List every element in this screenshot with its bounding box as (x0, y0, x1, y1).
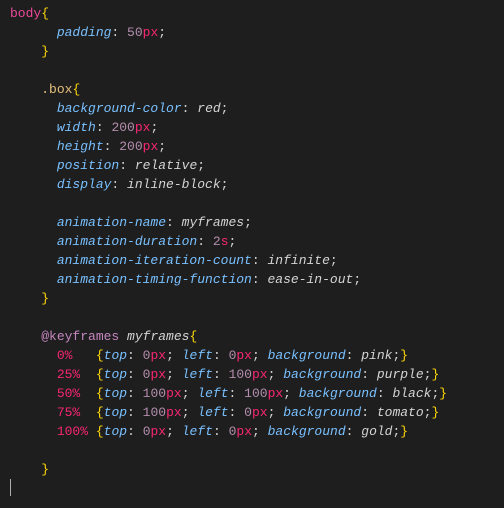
at-keyframes: @keyframes (41, 329, 119, 344)
css-rule: animation-name: myframes; (10, 213, 504, 232)
css-rule: position: relative; (10, 156, 504, 175)
css-rule: display: inline-block; (10, 175, 504, 194)
selector-box: .box (41, 82, 72, 97)
code-editor[interactable]: body{ padding: 50px; } .box{ background-… (0, 0, 504, 479)
blank-line (10, 441, 504, 460)
code-line: .box{ (10, 80, 504, 99)
keyframe-rule: 0% {top: 0px; left: 0px; background: pin… (10, 346, 504, 365)
blank-line (10, 194, 504, 213)
blank-line (10, 61, 504, 80)
blank-line (10, 308, 504, 327)
css-rule: padding: 50px; (10, 23, 504, 42)
selector-body: body (10, 6, 41, 21)
css-rule: background-color: red; (10, 99, 504, 118)
css-rule: animation-iteration-count: infinite; (10, 251, 504, 270)
css-rule: animation-timing-function: ease-in-out; (10, 270, 504, 289)
code-line: @keyframes myframes{ (10, 327, 504, 346)
keyframe-rule: 50% {top: 100px; left: 100px; background… (10, 384, 504, 403)
css-rule: height: 200px; (10, 137, 504, 156)
keyframes-name: myframes (127, 329, 189, 344)
code-line: } (10, 42, 504, 61)
code-line: } (10, 289, 504, 308)
css-rule: animation-duration: 2s; (10, 232, 504, 251)
code-line: body{ (10, 4, 504, 23)
text-cursor (10, 479, 11, 496)
css-rule: width: 200px; (10, 118, 504, 137)
keyframe-rule: 25% {top: 0px; left: 100px; background: … (10, 365, 504, 384)
code-line: } (10, 460, 504, 479)
keyframe-rule: 100% {top: 0px; left: 0px; background: g… (10, 422, 504, 441)
keyframe-rule: 75% {top: 100px; left: 0px; background: … (10, 403, 504, 422)
